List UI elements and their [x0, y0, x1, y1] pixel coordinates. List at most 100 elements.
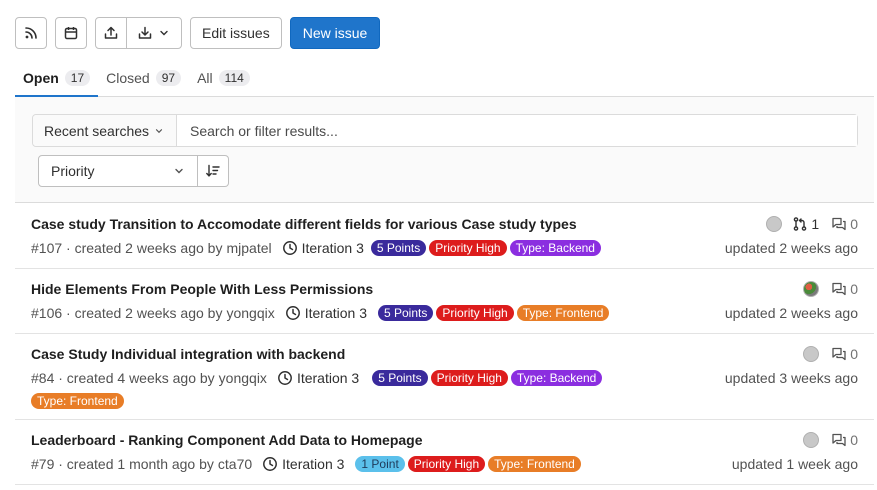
issue-created: · created 2 weeks ago by	[66, 240, 223, 256]
updated-time: updated 1 week ago	[731, 456, 858, 472]
tab-count-badge: 17	[64, 69, 91, 86]
recent-searches-dropdown[interactable]: Recent searches	[33, 115, 177, 146]
label-type[interactable]: Type: Frontend	[516, 305, 610, 321]
calendar-button[interactable]	[55, 17, 87, 49]
iteration-link[interactable]: Iteration 3	[285, 305, 367, 321]
filtered-search-bar: Recent searches	[32, 114, 858, 147]
iteration-link[interactable]: Iteration 3	[282, 240, 364, 256]
label-points[interactable]: 5 Points	[378, 305, 434, 321]
export-button[interactable]	[96, 18, 126, 48]
iteration-link[interactable]: Iteration 3	[262, 456, 344, 472]
issue-created: · created 2 weeks ago by	[66, 305, 223, 321]
clock-icon	[285, 306, 300, 320]
comment-count: 0	[850, 346, 858, 362]
issue-stats: 0	[803, 281, 858, 297]
label-points[interactable]: 1 Point	[355, 456, 405, 472]
comment-count: 0	[850, 216, 858, 232]
assignee-avatar[interactable]	[803, 281, 820, 297]
clock-icon	[263, 457, 278, 471]
issue-row: Leaderboard - Ranking Component Add Data…	[15, 420, 874, 485]
assignee-avatar[interactable]	[803, 346, 820, 362]
label-type[interactable]: Type: Backend	[510, 370, 603, 386]
tab-label: All	[197, 70, 213, 86]
issue-ref: #79	[31, 456, 55, 472]
merge-request-count: 1	[811, 216, 820, 232]
iteration-label: Iteration 3	[282, 456, 345, 472]
issue-title-link[interactable]: Case study Transition to Accomodate diff…	[31, 216, 577, 232]
comments-icon	[832, 433, 846, 447]
tab-label: Closed	[106, 70, 150, 86]
sort-controls: Priority	[38, 155, 229, 187]
comments-link[interactable]: 0	[831, 432, 858, 448]
issue-ref: #106	[31, 305, 63, 321]
issue-row: Hide Elements From People With Less Perm…	[15, 269, 874, 334]
issue-ref: #107	[31, 240, 63, 256]
label-points[interactable]: 5 Points	[372, 370, 428, 386]
label-points[interactable]: 5 Points	[370, 240, 427, 256]
comments-link[interactable]: 0	[831, 346, 858, 362]
clock-icon	[277, 371, 292, 385]
issue-title-link[interactable]: Case Study Individual integration with b…	[31, 346, 345, 362]
issue-meta: #84 · created 4 weeks ago by yongqix Ite…	[31, 370, 603, 386]
import-dropdown-button[interactable]	[127, 18, 181, 48]
label-priority[interactable]: Priority High	[429, 240, 507, 256]
issue-author-link[interactable]: cta70	[218, 456, 252, 472]
upload-icon	[104, 26, 118, 39]
tab-count-badge: 114	[218, 70, 250, 86]
issue-author-link[interactable]: mjpatel	[226, 240, 271, 256]
tab-open[interactable]: Open 17	[15, 60, 99, 97]
new-issue-button[interactable]: New issue	[289, 17, 381, 49]
import-export-group	[95, 17, 182, 49]
merge-requests-link[interactable]: 1	[792, 216, 819, 232]
iteration-label: Iteration 3	[301, 240, 364, 256]
comments-icon	[832, 347, 846, 361]
tab-closed[interactable]: Closed 97	[98, 60, 189, 96]
rss-icon	[25, 27, 37, 39]
comments-link[interactable]: 0	[831, 216, 858, 232]
issue-meta: #79 · created 1 month ago by cta70 Itera…	[31, 456, 581, 472]
tab-all[interactable]: All 114	[189, 60, 258, 96]
recent-searches-label: Recent searches	[44, 122, 150, 139]
comments-icon	[832, 217, 846, 231]
chevron-down-icon	[155, 128, 163, 133]
download-icon	[139, 26, 152, 39]
issue-row: Case Study Individual integration with b…	[15, 334, 874, 420]
tab-count-badge: 97	[155, 70, 182, 86]
issue-meta: #107 · created 2 weeks ago by mjpatel It…	[31, 240, 601, 256]
label-priority[interactable]: Priority High	[407, 456, 486, 472]
issue-author-link[interactable]: yongqix	[226, 305, 274, 321]
assignee-avatar[interactable]	[766, 216, 783, 232]
search-input[interactable]	[177, 115, 857, 146]
assignee-avatar[interactable]	[803, 432, 820, 448]
issues-toolbar: Edit issues New issue	[15, 17, 381, 49]
label-type[interactable]: Type: Frontend	[31, 393, 124, 409]
sort-dropdown[interactable]: Priority	[38, 155, 198, 187]
label-priority[interactable]: Priority High	[436, 305, 514, 321]
label-type[interactable]: Type: Backend	[509, 240, 601, 256]
comments-link[interactable]: 0	[831, 281, 858, 297]
updated-time: updated 3 weeks ago	[724, 370, 858, 386]
issue-stats: 0	[803, 346, 858, 362]
issue-meta: #106 · created 2 weeks ago by yongqix It…	[31, 305, 610, 321]
issue-title-link[interactable]: Leaderboard - Ranking Component Add Data…	[31, 432, 423, 448]
comments-icon	[832, 282, 846, 296]
label-priority[interactable]: Priority High	[430, 370, 508, 386]
iteration-label: Iteration 3	[304, 305, 367, 321]
issue-created: · created 4 weeks ago by	[58, 370, 215, 386]
issue-row: Case study Transition to Accomodate diff…	[15, 204, 874, 269]
issue-author-link[interactable]: yongqix	[219, 370, 267, 386]
calendar-icon	[64, 27, 78, 40]
edit-issues-button[interactable]: Edit issues	[190, 17, 282, 49]
label-type[interactable]: Type: Frontend	[488, 456, 581, 472]
comment-count: 0	[850, 281, 858, 297]
chevron-down-icon	[175, 168, 183, 174]
merge-request-icon	[794, 217, 807, 231]
clock-icon	[282, 241, 297, 255]
issue-stats: 0	[803, 432, 858, 448]
updated-time: updated 2 weeks ago	[724, 305, 858, 321]
rss-button[interactable]	[15, 17, 47, 49]
sort-direction-button[interactable]	[198, 155, 229, 187]
sort-lowest-icon	[206, 164, 220, 177]
issue-title-link[interactable]: Hide Elements From People With Less Perm…	[31, 281, 373, 297]
iteration-link[interactable]: Iteration 3	[277, 370, 359, 386]
